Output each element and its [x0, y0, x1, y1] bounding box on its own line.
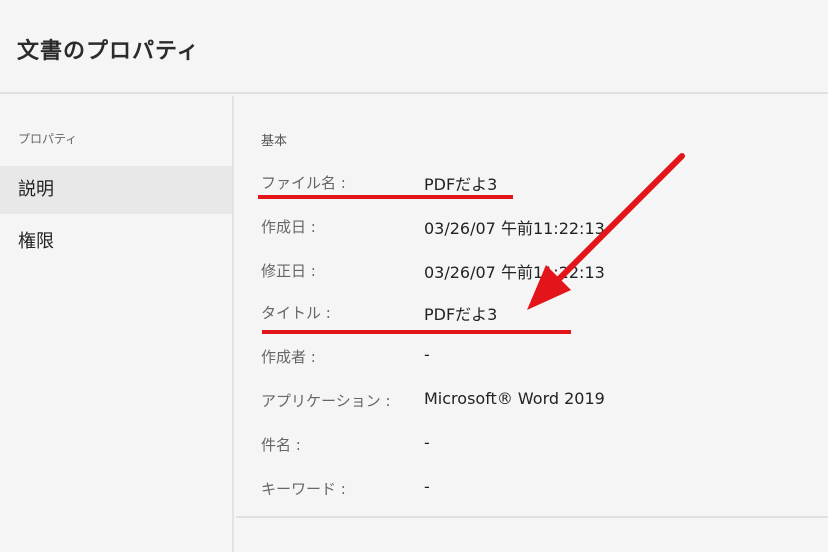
field-value: 03/26/07 午前11:22:13 [424, 263, 605, 282]
sidebar-heading: プロパティ [18, 132, 78, 146]
field-row-author: 作成者 : - [261, 345, 821, 370]
sidebar-item-description[interactable]: 説明 [0, 166, 232, 214]
field-value: - [424, 433, 430, 452]
field-row-modified: 修正日 : 03/26/07 午前11:22:13 [261, 260, 821, 284]
field-label: タイトル : [261, 304, 331, 322]
field-value: PDFだよ3 [424, 305, 498, 324]
field-value: - [424, 345, 430, 364]
field-row-subject: 件名 : - [261, 433, 821, 458]
field-row-keywords: キーワード : - [261, 477, 821, 502]
field-row-title: タイトル : PDFだよ3 [261, 302, 821, 326]
page-title: 文書のプロパティ [17, 39, 200, 64]
field-row-application: アプリケーション : Microsoft® Word 2019 [261, 389, 821, 414]
field-label: アプリケーション : [261, 392, 391, 410]
field-label: 作成者 : [261, 348, 316, 366]
sidebar-item-permissions[interactable]: 権限 [0, 218, 232, 266]
field-label: ファイル名 : [261, 174, 346, 192]
field-value: PDFだよ3 [424, 175, 498, 194]
annotation-underline-title [262, 330, 571, 334]
dialog-header: 文書のプロパティ [0, 0, 828, 94]
field-row-filename: ファイル名 : PDFだよ3 [261, 172, 821, 196]
properties-panel: 基本 ファイル名 : PDFだよ3 作成日 : 03/26/07 午前11:22… [236, 96, 828, 552]
field-value: 03/26/07 午前11:22:13 [424, 219, 605, 238]
field-value: - [424, 477, 430, 496]
field-row-created: 作成日 : 03/26/07 午前11:22:13 [261, 216, 821, 240]
field-value: Microsoft® Word 2019 [424, 389, 605, 408]
field-label: キーワード : [261, 480, 346, 498]
section-divider [236, 516, 828, 518]
field-label: 修正日 : [261, 262, 316, 280]
field-label: 件名 : [261, 436, 301, 454]
field-label: 作成日 : [261, 218, 316, 236]
sidebar: プロパティ 説明 権限 [0, 96, 234, 552]
annotation-underline-filename [258, 195, 513, 199]
section-label-basic: 基本 [261, 134, 288, 149]
